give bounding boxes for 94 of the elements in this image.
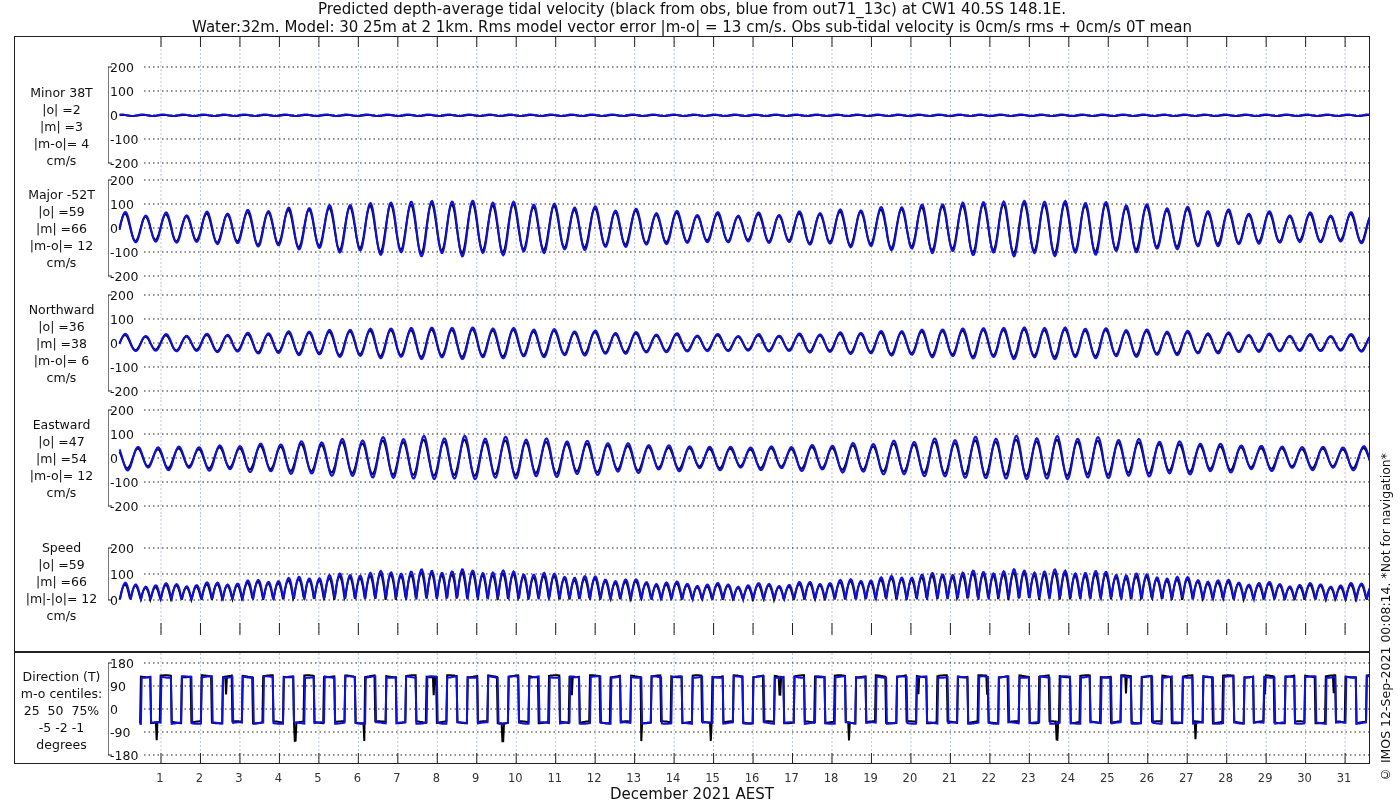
axis-tick-label: 0 bbox=[110, 701, 118, 717]
copyright-note: © IMOS 12-Sep-2021 00:08:14. *Not for navigation* bbox=[1377, 452, 1393, 782]
panel-label: Speed bbox=[41, 538, 82, 556]
axis-tick-label: 20 bbox=[902, 771, 918, 785]
axis-tick-label: 6 bbox=[353, 771, 361, 785]
axis-tick-label: 16 bbox=[744, 771, 760, 785]
axis-tick-label: 0 bbox=[110, 592, 118, 608]
axis-tick-label: 2 bbox=[195, 771, 204, 785]
panel-label: degrees bbox=[36, 735, 87, 753]
axis-tick-label: 8 bbox=[432, 771, 440, 785]
axis-tick-label: 11 bbox=[547, 771, 562, 785]
panel-label: cm/s bbox=[46, 254, 77, 271]
axis-tick-label: -100 bbox=[110, 359, 139, 375]
axis-tick-label: 100 bbox=[110, 196, 134, 212]
panel-label: cm/s bbox=[46, 484, 77, 501]
axis-tick-label: -200 bbox=[110, 383, 139, 399]
axis-tick-label: 26 bbox=[1139, 771, 1155, 785]
axis-tick-label: 0 bbox=[110, 107, 118, 123]
x-axis-label: December 2021 AEST bbox=[610, 786, 774, 800]
axis-tick-label: -200 bbox=[110, 155, 139, 170]
axis-tick-label: 4 bbox=[274, 771, 283, 785]
axis-tick-label: 25 bbox=[1099, 771, 1115, 785]
axis-tick-label: 200 bbox=[110, 172, 134, 188]
axis-tick-label: 9 bbox=[472, 771, 480, 785]
axis-tick-label: 23 bbox=[1021, 771, 1036, 785]
axis-tick-label: 17 bbox=[784, 771, 799, 785]
axis-tick-label: 24 bbox=[1060, 771, 1076, 785]
panel-label: |o| =47 bbox=[38, 433, 85, 450]
axis-tick-label: 19 bbox=[863, 771, 878, 785]
axis-tick-label: 200 bbox=[110, 402, 134, 418]
panel-label: |o| =59 bbox=[38, 555, 85, 573]
axis-tick-label: 200 bbox=[110, 287, 134, 303]
axis-tick-label: 10 bbox=[507, 771, 523, 785]
axis-tick-label: 180 bbox=[110, 655, 134, 671]
panel-label: Eastward bbox=[32, 416, 91, 433]
axis-tick-label: -200 bbox=[110, 268, 139, 284]
axis-tick-label: 14 bbox=[665, 771, 681, 785]
panel-label: |m-o|= 12 bbox=[29, 467, 94, 484]
axis-tick-label: 28 bbox=[1218, 771, 1233, 785]
panel-label: |m| =38 bbox=[36, 335, 87, 352]
axis-tick-label: 18 bbox=[823, 771, 839, 785]
axis-tick-label: 12 bbox=[586, 771, 602, 785]
axis-tick-label: 29 bbox=[1257, 771, 1273, 785]
panel-label: 25 50 75% bbox=[23, 701, 100, 719]
axis-tick-label: 100 bbox=[110, 426, 134, 442]
panel-label: |o| =36 bbox=[38, 318, 85, 335]
axis-tick-label: 7 bbox=[393, 771, 401, 785]
axis-tick-label: 31 bbox=[1336, 771, 1352, 785]
axis-tick-label: 27 bbox=[1178, 771, 1194, 785]
panel-label: |o| =2 bbox=[42, 101, 81, 118]
axis-tick-label: 15 bbox=[705, 771, 720, 785]
axis-tick-label: 1 bbox=[156, 771, 164, 785]
panel-label: |m| =66 bbox=[36, 220, 87, 237]
panel-label: m-o centiles: bbox=[20, 684, 103, 702]
panel-label: Northward bbox=[28, 301, 95, 318]
panel-label: |m| =66 bbox=[36, 572, 87, 590]
panel-label: cm/s bbox=[46, 369, 77, 386]
panel-label: -5 -2 -1 bbox=[38, 718, 85, 736]
panel-label: |m|-|o|= 12 bbox=[25, 589, 98, 607]
axis-tick-label: 3 bbox=[235, 771, 243, 785]
axis-tick-label: 5 bbox=[314, 771, 322, 785]
panel-label: |m-o|= 6 bbox=[33, 352, 90, 369]
axis-tick-label: 200 bbox=[110, 59, 134, 75]
panel-label: |m-o|= 4 bbox=[33, 135, 90, 152]
chart-title: Predicted depth-average tidal velocity (black from obs, blue from out71_13c) at CW1 40.5S 148.1E. bbox=[318, 0, 1066, 18]
panel-label: cm/s bbox=[46, 152, 77, 169]
axis-tick-label: 100 bbox=[110, 83, 134, 99]
axis-tick-label: 100 bbox=[110, 566, 134, 582]
panel-label: |o| =59 bbox=[38, 203, 85, 220]
axis-tick-label: 200 bbox=[110, 540, 134, 556]
axis-tick-label: 22 bbox=[981, 771, 997, 785]
axis-tick-label: 13 bbox=[626, 771, 641, 785]
axis-tick-label: -100 bbox=[110, 244, 139, 260]
panel-label: |m| =54 bbox=[36, 450, 87, 467]
axis-tick-label: 90 bbox=[110, 678, 126, 694]
chart-title: Water:32m. Model: 30 25m at 2 1km. Rms model vector error |m-o| = 13 cm/s. Obs sub-tidal velocity is 0cm/s rms + 0cm/s 0T mean bbox=[192, 18, 1192, 36]
axis-tick-label: -200 bbox=[110, 498, 139, 514]
panel-label: Major -52T bbox=[28, 186, 95, 203]
axis-tick-label: 0 bbox=[110, 450, 118, 466]
axis-tick-label: -180 bbox=[110, 747, 139, 763]
axis-tick-label: -90 bbox=[110, 724, 131, 740]
axis-tick-label: -100 bbox=[110, 131, 139, 147]
y-axis-line bbox=[108, 547, 113, 601]
panel-label: cm/s bbox=[46, 606, 77, 624]
panel-label: Minor 38T bbox=[30, 84, 93, 101]
axis-tick-label: 0 bbox=[110, 220, 118, 236]
axis-tick-label: 21 bbox=[942, 771, 957, 785]
panel-label: |m| =3 bbox=[40, 118, 83, 135]
axis-tick-label: 0 bbox=[110, 335, 118, 351]
panel-label: |m-o|= 12 bbox=[29, 237, 94, 254]
axis-tick-label: 100 bbox=[110, 311, 134, 327]
axis-tick-label: 30 bbox=[1297, 771, 1312, 785]
panel-label: Direction (T) bbox=[22, 667, 101, 685]
axis-tick-label: -100 bbox=[110, 474, 139, 490]
